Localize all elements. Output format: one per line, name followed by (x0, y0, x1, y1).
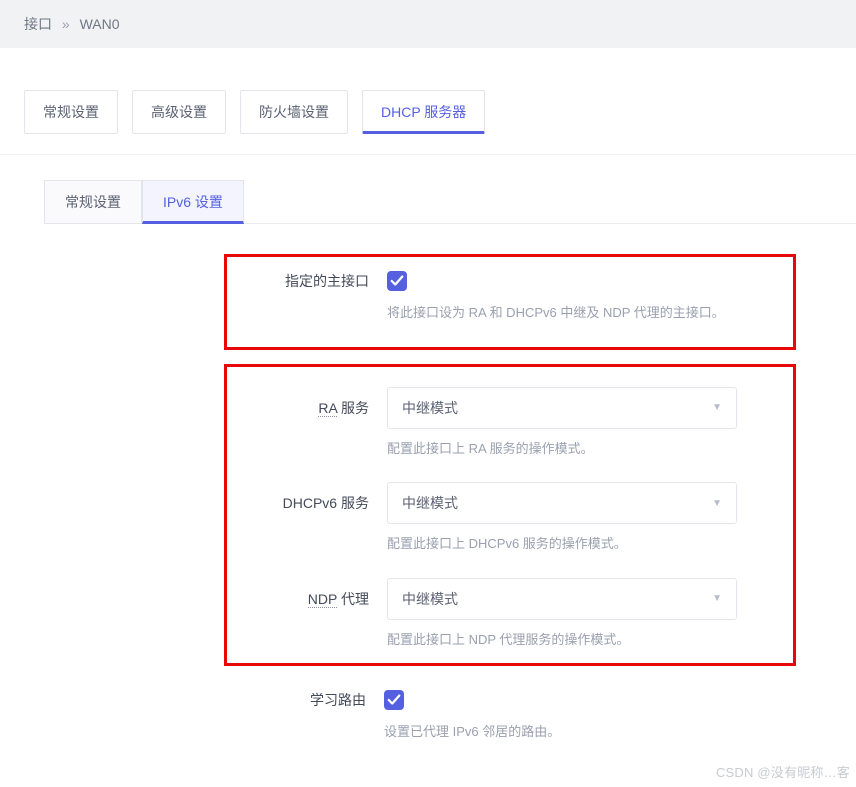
inner-panel: 常规设置 IPv6 设置 指定的主接口 将此接口设为 RA 和 DHCPv6 中… (0, 154, 856, 742)
label-master: 指定的主接口 (227, 271, 387, 291)
tab-general[interactable]: 常规设置 (24, 90, 118, 134)
label-learn-routes: 学习路由 (224, 690, 384, 710)
hint-ndp: 配置此接口上 NDP 代理服务的操作模式。 (387, 630, 629, 650)
select-ndp-value: 中继模式 (402, 589, 458, 609)
hint-master: 将此接口设为 RA 和 DHCPv6 中继及 NDP 代理的主接口。 (387, 303, 725, 323)
select-ndp-proxy[interactable]: 中继模式 ▼ (387, 578, 737, 620)
hint-learn: 设置已代理 IPv6 邻居的路由。 (384, 722, 560, 742)
highlight-box-master: 指定的主接口 将此接口设为 RA 和 DHCPv6 中继及 NDP 代理的主接口… (224, 254, 796, 350)
tabs-outer: 常规设置 高级设置 防火墙设置 DHCP 服务器 (0, 48, 856, 134)
select-dhcpv6-service[interactable]: 中继模式 ▼ (387, 482, 737, 524)
check-icon (390, 274, 404, 288)
tab-inner-general[interactable]: 常规设置 (44, 180, 142, 224)
form-area: 指定的主接口 将此接口设为 RA 和 DHCPv6 中继及 NDP 代理的主接口… (44, 223, 856, 742)
label-ndp-suffix: 代理 (337, 591, 369, 607)
label-dhcpv6-service: DHCPv6 服务 (227, 493, 387, 513)
caret-down-icon: ▼ (712, 498, 722, 509)
tab-inner-ipv6[interactable]: IPv6 设置 (142, 180, 244, 224)
row-learn-routes: 学习路由 设置已代理 IPv6 邻居的路由。 (224, 680, 796, 742)
caret-down-icon: ▼ (712, 402, 722, 413)
hint-ra: 配置此接口上 RA 服务的操作模式。 (387, 439, 594, 459)
hint-dhcpv6: 配置此接口上 DHCPv6 服务的操作模式。 (387, 534, 627, 554)
tab-firewall[interactable]: 防火墙设置 (240, 90, 348, 134)
caret-down-icon: ▼ (712, 593, 722, 604)
highlight-box-services: RA 服务 中继模式 ▼ 配置此接口上 RA 服务的操作模式。 DHCPv6 服… (224, 364, 796, 667)
label-ndp-dotted: NDP (308, 591, 337, 608)
tab-advanced[interactable]: 高级设置 (132, 90, 226, 134)
label-ra-dotted: RA (318, 400, 337, 417)
select-ra-value: 中继模式 (402, 398, 458, 418)
watermark: CSDN @没有昵称…客 (716, 762, 850, 781)
checkbox-learn-routes[interactable] (384, 690, 404, 710)
label-ndp-proxy: NDP 代理 (227, 589, 387, 609)
check-icon (387, 693, 401, 707)
tabs-inner: 常规设置 IPv6 设置 (44, 179, 856, 223)
breadcrumb: 接口 » WAN0 (0, 0, 856, 48)
checkbox-master[interactable] (387, 271, 407, 291)
tab-dhcp-server[interactable]: DHCP 服务器 (362, 90, 485, 134)
label-ra-suffix: 服务 (337, 400, 369, 416)
select-ra-service[interactable]: 中继模式 ▼ (387, 387, 737, 429)
breadcrumb-part-2: WAN0 (80, 16, 120, 32)
label-ra-service: RA 服务 (227, 398, 387, 418)
breadcrumb-part-1[interactable]: 接口 (24, 16, 52, 32)
breadcrumb-sep: » (62, 16, 70, 32)
select-dhcpv6-value: 中继模式 (402, 493, 458, 513)
